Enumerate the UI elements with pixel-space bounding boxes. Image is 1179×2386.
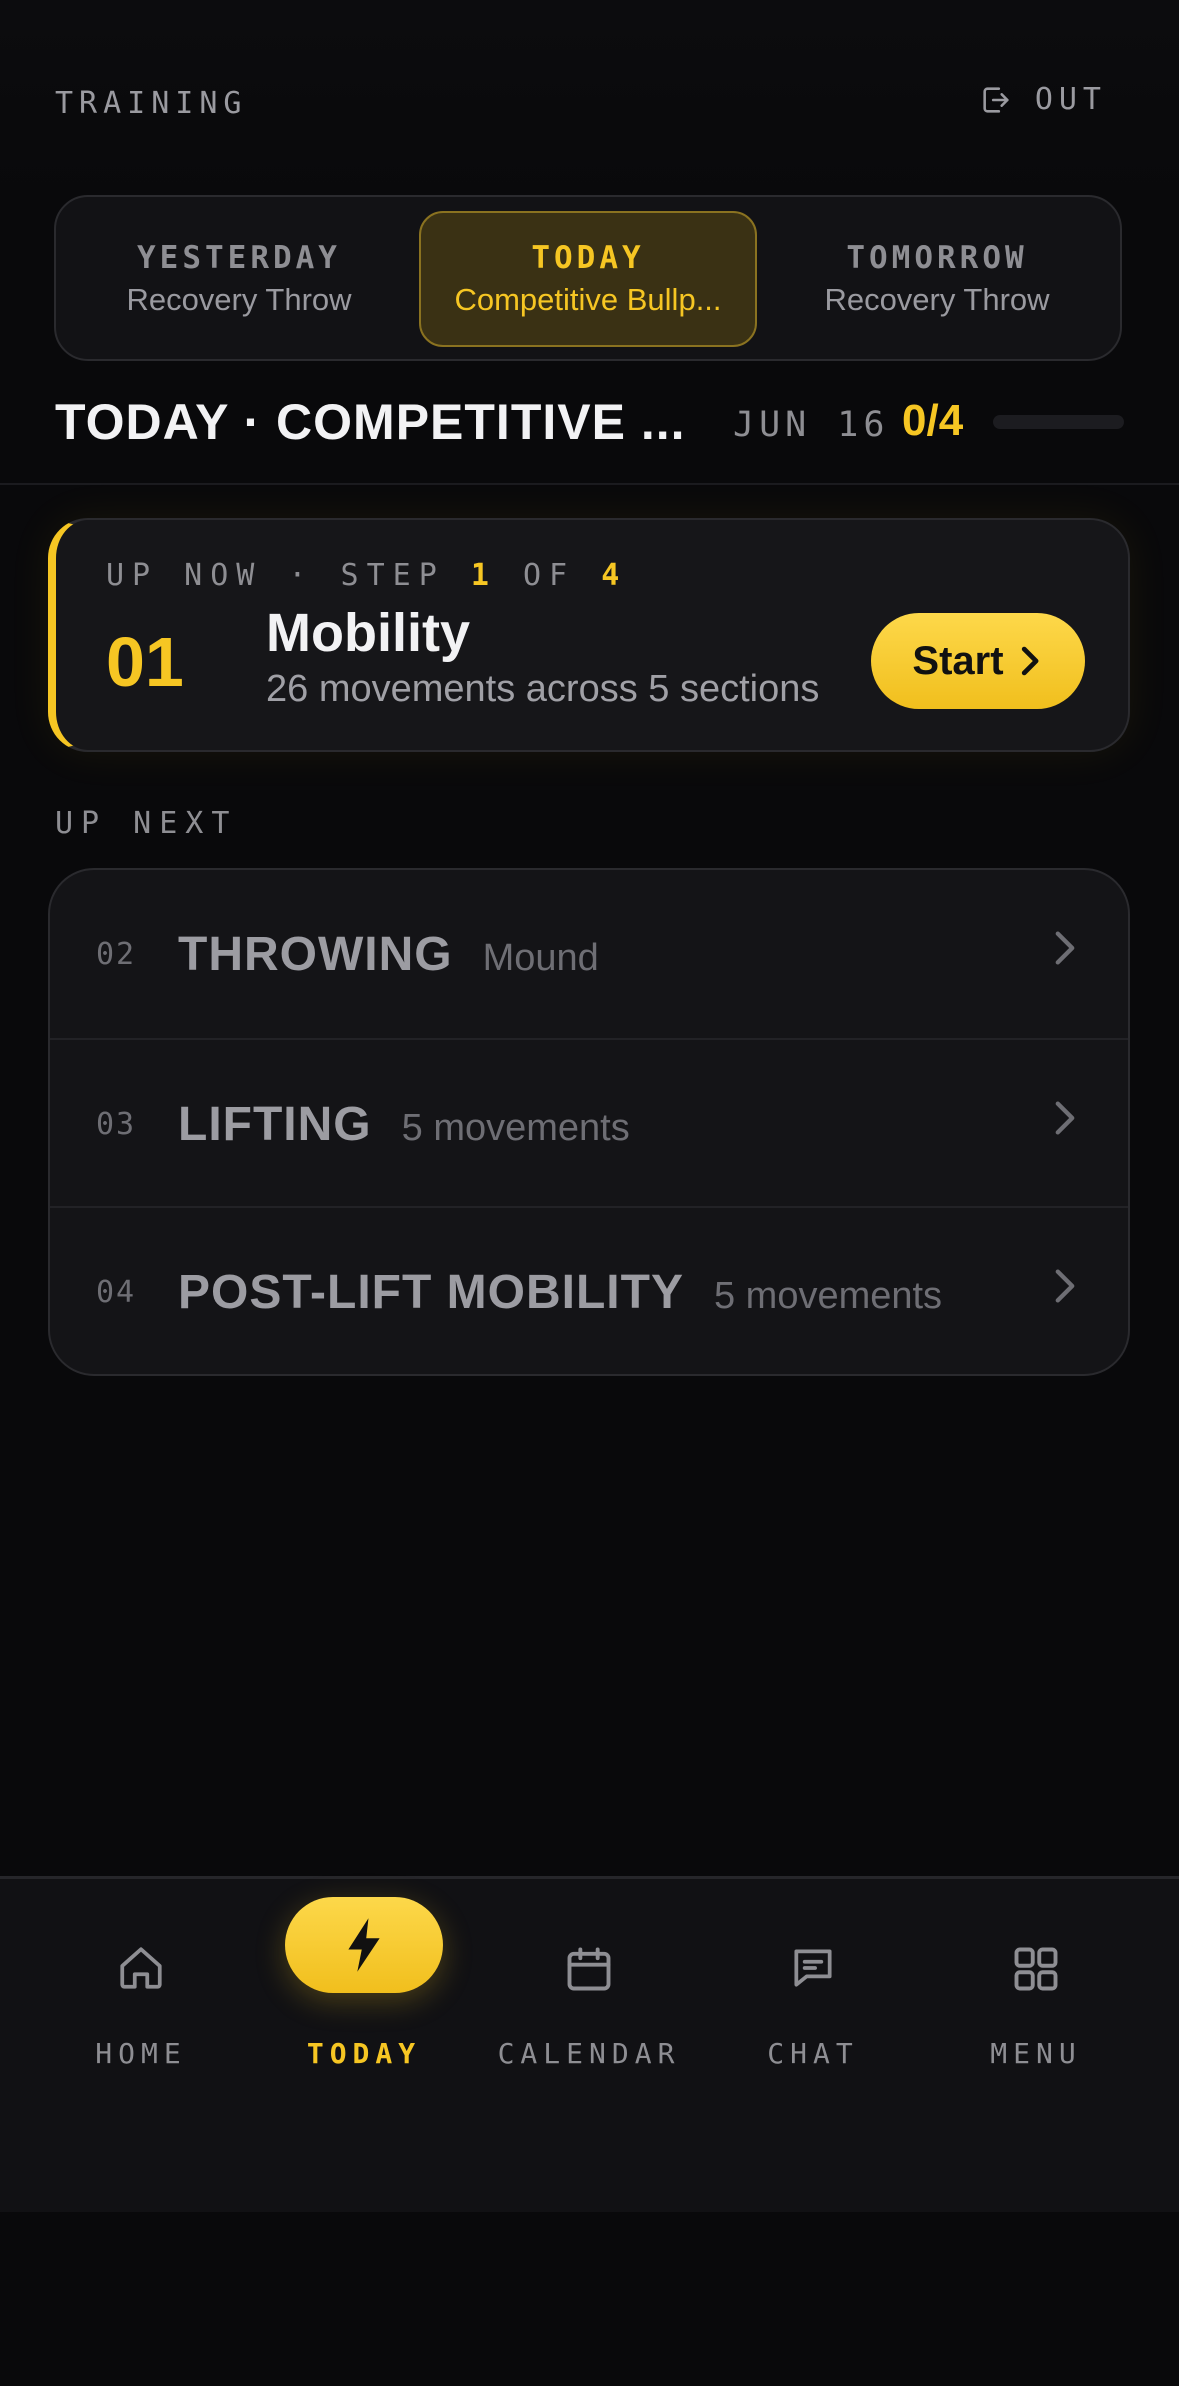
- step-number: 01: [106, 623, 184, 701]
- chevron-right-icon: [1055, 1101, 1075, 1135]
- nav-today[interactable]: TODAY: [264, 1879, 464, 2179]
- tab-yesterday-key: YESTERDAY: [137, 240, 341, 276]
- session-title: TODAY · COMPETITIVE ...: [55, 394, 686, 450]
- session-date: JUN 16: [733, 405, 890, 445]
- day-switcher: YESTERDAY Recovery Throw TODAY Competiti…: [54, 195, 1122, 361]
- step-title: Mobility: [266, 603, 470, 663]
- bolt-icon: [348, 1918, 380, 1972]
- app-title: TRAINING: [55, 86, 248, 121]
- tab-tomorrow-label: Recovery Throw: [824, 282, 1050, 317]
- tab-tomorrow-key: TOMORROW: [846, 240, 1028, 276]
- tab-today-key: TODAY: [531, 240, 645, 276]
- item-title: THROWING Mound: [178, 927, 599, 981]
- divider: [0, 483, 1179, 485]
- list-item[interactable]: 04 POST-LIFT MOBILITY 5 movements: [50, 1206, 1128, 1374]
- tab-yesterday[interactable]: YESTERDAY Recovery Throw: [70, 211, 408, 347]
- bottom-nav: HOME TODAY CALENDAR CHAT MENU: [0, 1876, 1179, 2212]
- nav-menu[interactable]: MENU: [936, 1879, 1136, 2179]
- start-button[interactable]: Start: [871, 613, 1085, 709]
- nav-today-label: TODAY: [306, 2037, 422, 2070]
- up-now-card[interactable]: UP NOW · STEP 1 OF 4 01 Mobility 26 move…: [48, 518, 1130, 752]
- item-number: 03: [96, 1106, 137, 1142]
- tab-yesterday-label: Recovery Throw: [126, 282, 352, 317]
- item-number: 04: [96, 1274, 137, 1310]
- calendar-icon: [567, 1947, 611, 1991]
- sign-out-button[interactable]: OUT: [979, 82, 1107, 117]
- item-subtitle: 5 movements: [713, 1274, 943, 1317]
- grid-icon: [1014, 1947, 1058, 1991]
- up-next-heading: UP NEXT: [55, 806, 238, 841]
- nav-home-label: HOME: [95, 2037, 187, 2070]
- item-title: POST-LIFT MOBILITY 5 movements: [178, 1265, 943, 1319]
- up-next-list: 02 THROWING Mound 03 LIFTING 5 movements 0…: [48, 868, 1130, 1376]
- list-item[interactable]: 02 THROWING Mound: [50, 870, 1128, 1038]
- tab-today-label: Competitive Bullp...: [454, 282, 722, 317]
- nav-chat[interactable]: CHAT: [713, 1879, 913, 2179]
- step-indicator: UP NOW · STEP 1 OF 4: [106, 558, 628, 593]
- sign-out-icon: [983, 86, 1009, 113]
- item-subtitle: Mound: [482, 936, 599, 979]
- progress-bar: [993, 415, 1124, 429]
- chat-icon: [794, 1949, 832, 1987]
- step-subtitle: 26 movements across 5 sections: [266, 668, 820, 710]
- chevron-right-icon: [1021, 646, 1039, 676]
- tab-tomorrow[interactable]: TOMORROW Recovery Throw: [768, 211, 1106, 347]
- home-icon: [120, 1947, 162, 1989]
- item-number: 02: [96, 936, 137, 972]
- nav-menu-label: MENU: [990, 2037, 1082, 2070]
- top-bar: TRAINING OUT: [0, 0, 1179, 200]
- nav-home[interactable]: HOME: [41, 1879, 241, 2179]
- tab-today[interactable]: TODAY Competitive Bullp...: [419, 211, 757, 347]
- start-button-label: Start: [912, 638, 1004, 683]
- nav-today-pill: [285, 1897, 443, 1993]
- nav-chat-label: CHAT: [767, 2037, 859, 2070]
- item-title: LIFTING 5 movements: [178, 1097, 630, 1151]
- item-subtitle: 5 movements: [401, 1106, 630, 1149]
- chevron-right-icon: [1055, 931, 1075, 965]
- nav-calendar[interactable]: CALENDAR: [489, 1879, 689, 2179]
- sign-out-label: OUT: [1034, 82, 1107, 117]
- chevron-right-icon: [1055, 1269, 1075, 1303]
- list-item[interactable]: 03 LIFTING 5 movements: [50, 1038, 1128, 1208]
- progress-count: 0/4: [902, 396, 964, 445]
- nav-calendar-label: CALENDAR: [497, 2037, 681, 2070]
